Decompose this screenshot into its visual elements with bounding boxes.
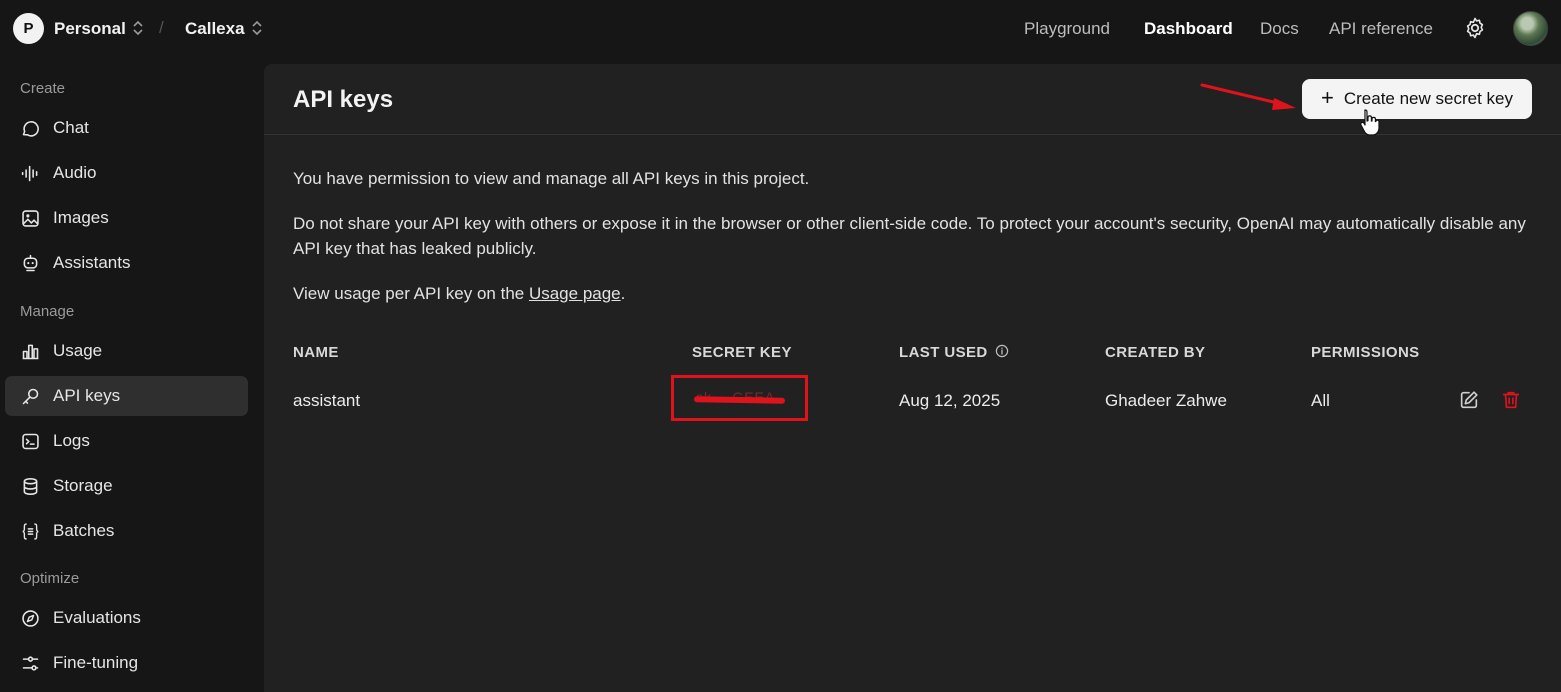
sidebar-item-storage[interactable]: Storage <box>5 466 248 506</box>
chat-bubble-icon <box>22 120 39 137</box>
curly-braces-list-icon <box>22 522 39 540</box>
sidebar-item-images[interactable]: Images <box>5 198 248 238</box>
created-by-cell: Ghadeer Zahwe <box>1105 391 1227 410</box>
sidebar-item-label: Chat <box>53 118 89 137</box>
usage-page-link[interactable]: Usage page <box>529 284 621 303</box>
create-secret-key-button[interactable]: + Create new secret key <box>1302 79 1532 119</box>
security-warning-text: Do not share your API key with others or… <box>293 214 1526 258</box>
nav-dashboard[interactable]: Dashboard <box>1144 19 1233 39</box>
column-header-created-by: CREATED BY <box>1105 344 1206 361</box>
usage-text-suffix: . <box>620 284 626 303</box>
usage-text-prefix: View usage per API key on the <box>293 284 529 303</box>
sidebar-item-label: Fine-tuning <box>53 653 139 672</box>
nav-playground[interactable]: Playground <box>1024 19 1110 39</box>
sidebar-item-fine-tuning[interactable]: Fine-tuning <box>5 643 248 683</box>
gear-icon[interactable] <box>1463 16 1487 40</box>
sidebar-item-label: Storage <box>53 476 113 495</box>
sidebar-section-manage: Manage <box>20 303 75 320</box>
top-bar: P Personal / Callexa Playground Dashboar… <box>0 0 1561 58</box>
robot-icon <box>23 254 38 271</box>
sidebar-item-audio[interactable]: Audio <box>5 153 248 193</box>
bar-chart-icon <box>22 344 39 359</box>
sidebar-item-logs[interactable]: Logs <box>5 421 248 461</box>
key-name-cell: assistant <box>293 391 361 410</box>
sidebar-item-label: Audio <box>53 163 97 182</box>
sidebar-item-label: Batches <box>53 521 115 540</box>
org-avatar[interactable]: P <box>13 13 44 44</box>
annotation-arrow <box>1200 83 1296 110</box>
sidebar-section-create: Create <box>20 80 66 97</box>
permission-text: You have permission to view and manage a… <box>293 169 810 188</box>
sidebar-item-evaluations[interactable]: Evaluations <box>5 598 248 638</box>
page-title: API keys <box>293 86 394 113</box>
edit-icon[interactable] <box>1458 389 1480 411</box>
project-switcher[interactable]: Callexa <box>185 19 245 39</box>
plus-icon: + <box>1321 85 1334 110</box>
chevron-up-down-icon[interactable] <box>251 18 263 38</box>
chevron-up-down-icon[interactable] <box>132 18 144 38</box>
trash-icon[interactable] <box>1500 389 1522 411</box>
main-panel: API keys + Create new secret key You hav… <box>264 64 1561 692</box>
org-switcher[interactable]: Personal <box>54 19 126 39</box>
database-icon <box>23 477 38 495</box>
usage-link-text: View usage per API key on the Usage page… <box>293 281 1533 306</box>
sidebar: Create Chat Audio Images Assistants Mana… <box>0 58 264 692</box>
sidebar-item-usage[interactable]: Usage <box>5 331 248 371</box>
sidebar-item-chat[interactable]: Chat <box>5 108 248 148</box>
nav-api-reference[interactable]: API reference <box>1329 19 1433 39</box>
column-header-permissions: PERMISSIONS <box>1311 344 1420 361</box>
sidebar-item-label: Evaluations <box>53 608 141 627</box>
audio-waveform-icon <box>21 165 38 181</box>
sidebar-item-label: Assistants <box>53 253 131 272</box>
terminal-icon <box>22 433 39 449</box>
image-icon <box>22 209 39 227</box>
sidebar-item-label: Logs <box>53 431 90 450</box>
sidebar-item-label: Usage <box>53 341 103 360</box>
secret-key-cell: sk-...GEEA <box>671 375 808 421</box>
column-header-secret-key: SECRET KEY <box>692 344 792 361</box>
column-header-name: NAME <box>293 344 339 361</box>
breadcrumb-separator: / <box>159 18 164 37</box>
create-button-label: Create new secret key <box>1343 89 1513 108</box>
nav-docs[interactable]: Docs <box>1260 19 1299 39</box>
sidebar-item-label: API keys <box>53 386 121 405</box>
compass-icon <box>22 609 39 627</box>
sidebar-item-batches[interactable]: Batches <box>5 511 248 551</box>
last-used-label: LAST USED <box>899 344 988 361</box>
user-avatar[interactable] <box>1513 11 1548 46</box>
sliders-icon <box>22 655 39 671</box>
permissions-cell: All <box>1311 391 1330 410</box>
sidebar-section-optimize: Optimize <box>20 570 80 587</box>
sidebar-item-api-keys[interactable]: API keys <box>5 376 248 416</box>
sidebar-item-label: Images <box>53 208 109 227</box>
sidebar-item-assistants[interactable]: Assistants <box>5 243 248 283</box>
hand-cursor-icon <box>1360 109 1380 136</box>
page-header: API keys + Create new secret key <box>264 64 1561 136</box>
last-used-cell: Aug 12, 2025 <box>899 391 1001 410</box>
info-icon[interactable] <box>995 344 1009 358</box>
column-header-last-used: LAST USED <box>899 344 1009 361</box>
key-icon <box>22 388 39 404</box>
